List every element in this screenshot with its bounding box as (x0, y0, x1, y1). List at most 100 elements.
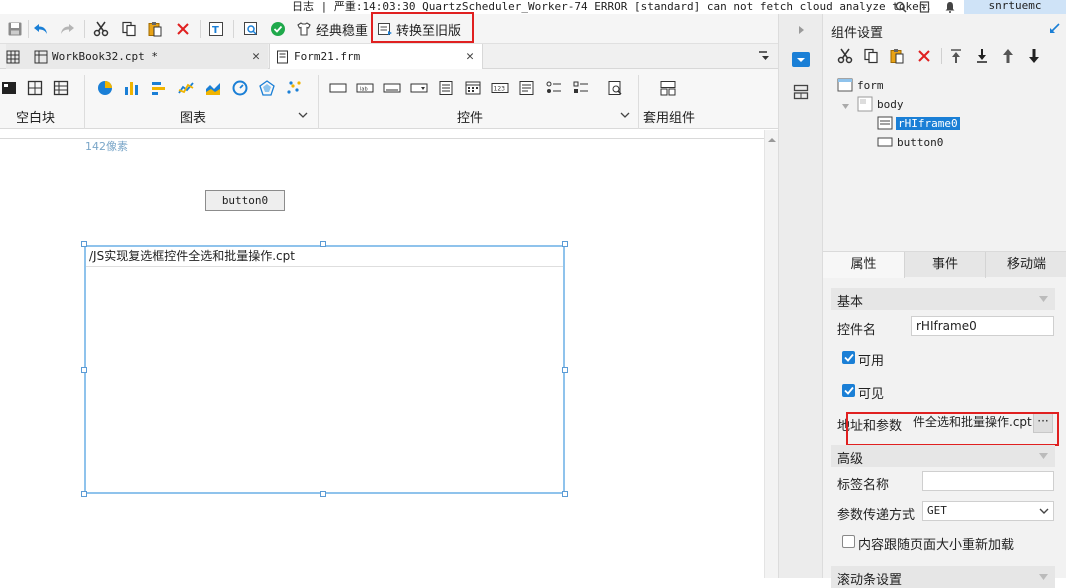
horizontal-bar-chart-icon[interactable] (150, 79, 168, 97)
cut-icon[interactable] (837, 48, 853, 67)
area-chart-icon[interactable] (204, 79, 222, 97)
classic-theme-button[interactable]: 经典稳重 (296, 19, 368, 39)
redo-icon[interactable] (56, 18, 78, 40)
label-widget-icon[interactable]: lab (356, 79, 374, 97)
close-tab-icon[interactable]: ✕ (466, 49, 474, 64)
move-down-icon[interactable] (1027, 48, 1041, 67)
table-layout-icon[interactable] (52, 79, 70, 97)
tree-node-iframe-selected[interactable]: rHIframe0 (877, 116, 960, 130)
resize-handle[interactable] (81, 491, 87, 497)
preview-icon[interactable] (240, 18, 262, 40)
control-name-input[interactable]: rHIframe0 (911, 316, 1054, 336)
template-component-icon[interactable] (659, 79, 677, 97)
radar-chart-icon[interactable] (258, 79, 276, 97)
number-widget-icon[interactable]: 123 (491, 79, 509, 97)
enabled-checkbox[interactable] (842, 351, 855, 364)
component-ribbon: 空白块 图表 lab 123 控件 套用组件 (0, 69, 822, 129)
textarea-widget-icon[interactable] (518, 79, 536, 97)
copy-icon[interactable] (863, 48, 879, 67)
save-icon[interactable] (4, 18, 26, 40)
line-chart-icon[interactable] (177, 79, 195, 97)
move-top-icon[interactable] (949, 48, 963, 67)
section-advanced-title: 高级 (837, 452, 864, 467)
tree-expand-icon[interactable] (841, 100, 850, 114)
tab-workbook-label: WorkBook32.cpt * (52, 50, 158, 63)
tab-workbook[interactable]: WorkBook32.cpt * ✕ (6, 44, 268, 69)
user-account[interactable]: snrtuemc (964, 0, 1066, 14)
list-widget-icon[interactable] (437, 79, 455, 97)
visible-checkbox[interactable] (842, 384, 855, 397)
undo-icon[interactable] (30, 18, 52, 40)
grid-icon (6, 50, 20, 63)
tab-form[interactable]: Form21.frm ✕ (269, 44, 483, 69)
search-icon[interactable] (894, 0, 908, 14)
query-widget-icon[interactable] (607, 79, 625, 97)
cut-icon[interactable] (90, 18, 112, 40)
tab-events[interactable]: 事件 (904, 252, 985, 278)
radio-group-widget-icon[interactable] (545, 79, 563, 97)
tag-name-input[interactable] (922, 471, 1054, 491)
delete-icon[interactable] (172, 18, 194, 40)
canvas-button-widget[interactable]: button0 (205, 190, 285, 211)
resize-handle[interactable] (320, 491, 326, 497)
copy-icon[interactable] (118, 18, 140, 40)
resize-handle[interactable] (320, 241, 326, 247)
log-bar: 日志 | 严重:14:03:30 QuartzScheduler_Worker-… (0, 0, 1066, 14)
scatter-chart-icon[interactable] (285, 79, 303, 97)
property-tabs: 属性 事件 移动端 (823, 251, 1066, 278)
move-up-icon[interactable] (1001, 48, 1015, 67)
move-bottom-icon[interactable] (975, 48, 989, 67)
iframe-url-text: /JS实现复选框控件全选和批量操作.cpt (86, 247, 563, 267)
form-icon (277, 50, 288, 63)
layout-panel-icon[interactable] (793, 84, 809, 103)
check-icon[interactable] (267, 18, 289, 40)
tree-node-label: rHIframe0 (896, 116, 960, 130)
bar-chart-icon[interactable] (123, 79, 141, 97)
resize-handle[interactable] (562, 241, 568, 247)
split-layout-icon[interactable] (26, 79, 44, 97)
tab-mobile[interactable]: 移动端 (985, 252, 1066, 278)
tree-node-button[interactable]: button0 (877, 135, 943, 149)
section-advanced-header[interactable]: 高级 (831, 445, 1055, 467)
enabled-label: 可用 (858, 354, 885, 369)
side-tool-strip (778, 14, 822, 578)
resize-handle[interactable] (81, 367, 87, 373)
pie-chart-icon[interactable] (96, 79, 114, 97)
bell-icon[interactable] (943, 0, 957, 14)
gauge-chart-icon[interactable] (231, 79, 249, 97)
iframe-widget[interactable]: /JS实现复选框控件全选和批量操作.cpt (84, 245, 565, 494)
expand-panel-icon[interactable] (1049, 22, 1061, 37)
classic-theme-label: 经典稳重 (316, 23, 369, 39)
scroll-up-arrow[interactable] (768, 133, 776, 147)
resize-handle[interactable] (562, 367, 568, 373)
checkbox-group-widget-icon[interactable] (572, 79, 590, 97)
delete-icon[interactable] (917, 49, 931, 66)
controls-group-expand-icon[interactable] (620, 109, 630, 123)
close-tab-icon[interactable]: ✕ (252, 49, 260, 64)
blank-block-icon[interactable] (0, 79, 18, 97)
tab-menu-icon[interactable] (757, 49, 771, 66)
paste-icon[interactable] (144, 18, 166, 40)
canvas-scrollbar[interactable] (764, 130, 778, 578)
edit-doc-icon[interactable] (918, 0, 932, 14)
paste-icon[interactable] (889, 48, 905, 67)
button-widget-icon[interactable] (329, 79, 347, 97)
resize-handle[interactable] (562, 491, 568, 497)
section-scrollbar-header[interactable]: 滚动条设置 (831, 566, 1055, 588)
design-canvas[interactable]: 142像素 button0 /JS实现复选框控件全选和批量操作.cpt (0, 130, 778, 578)
component-settings-icon[interactable] (792, 52, 810, 67)
combo-box-widget-icon[interactable] (410, 79, 428, 97)
tree-node-form[interactable]: form (837, 78, 884, 92)
section-basic-header[interactable]: 基本 (831, 288, 1055, 310)
resize-handle[interactable] (81, 241, 87, 247)
collapse-arrow-icon[interactable] (798, 24, 806, 38)
text-field-widget-icon[interactable] (383, 79, 401, 97)
text-edit-icon[interactable]: T (205, 18, 227, 40)
chart-group-expand-icon[interactable] (298, 109, 308, 123)
date-widget-icon[interactable] (464, 79, 482, 97)
tree-node-body[interactable]: body (857, 96, 904, 112)
tab-properties[interactable]: 属性 (823, 252, 904, 278)
reload-on-resize-checkbox[interactable] (842, 535, 855, 548)
param-method-select[interactable]: GET (922, 501, 1054, 521)
section-collapse-icon (1039, 574, 1048, 580)
